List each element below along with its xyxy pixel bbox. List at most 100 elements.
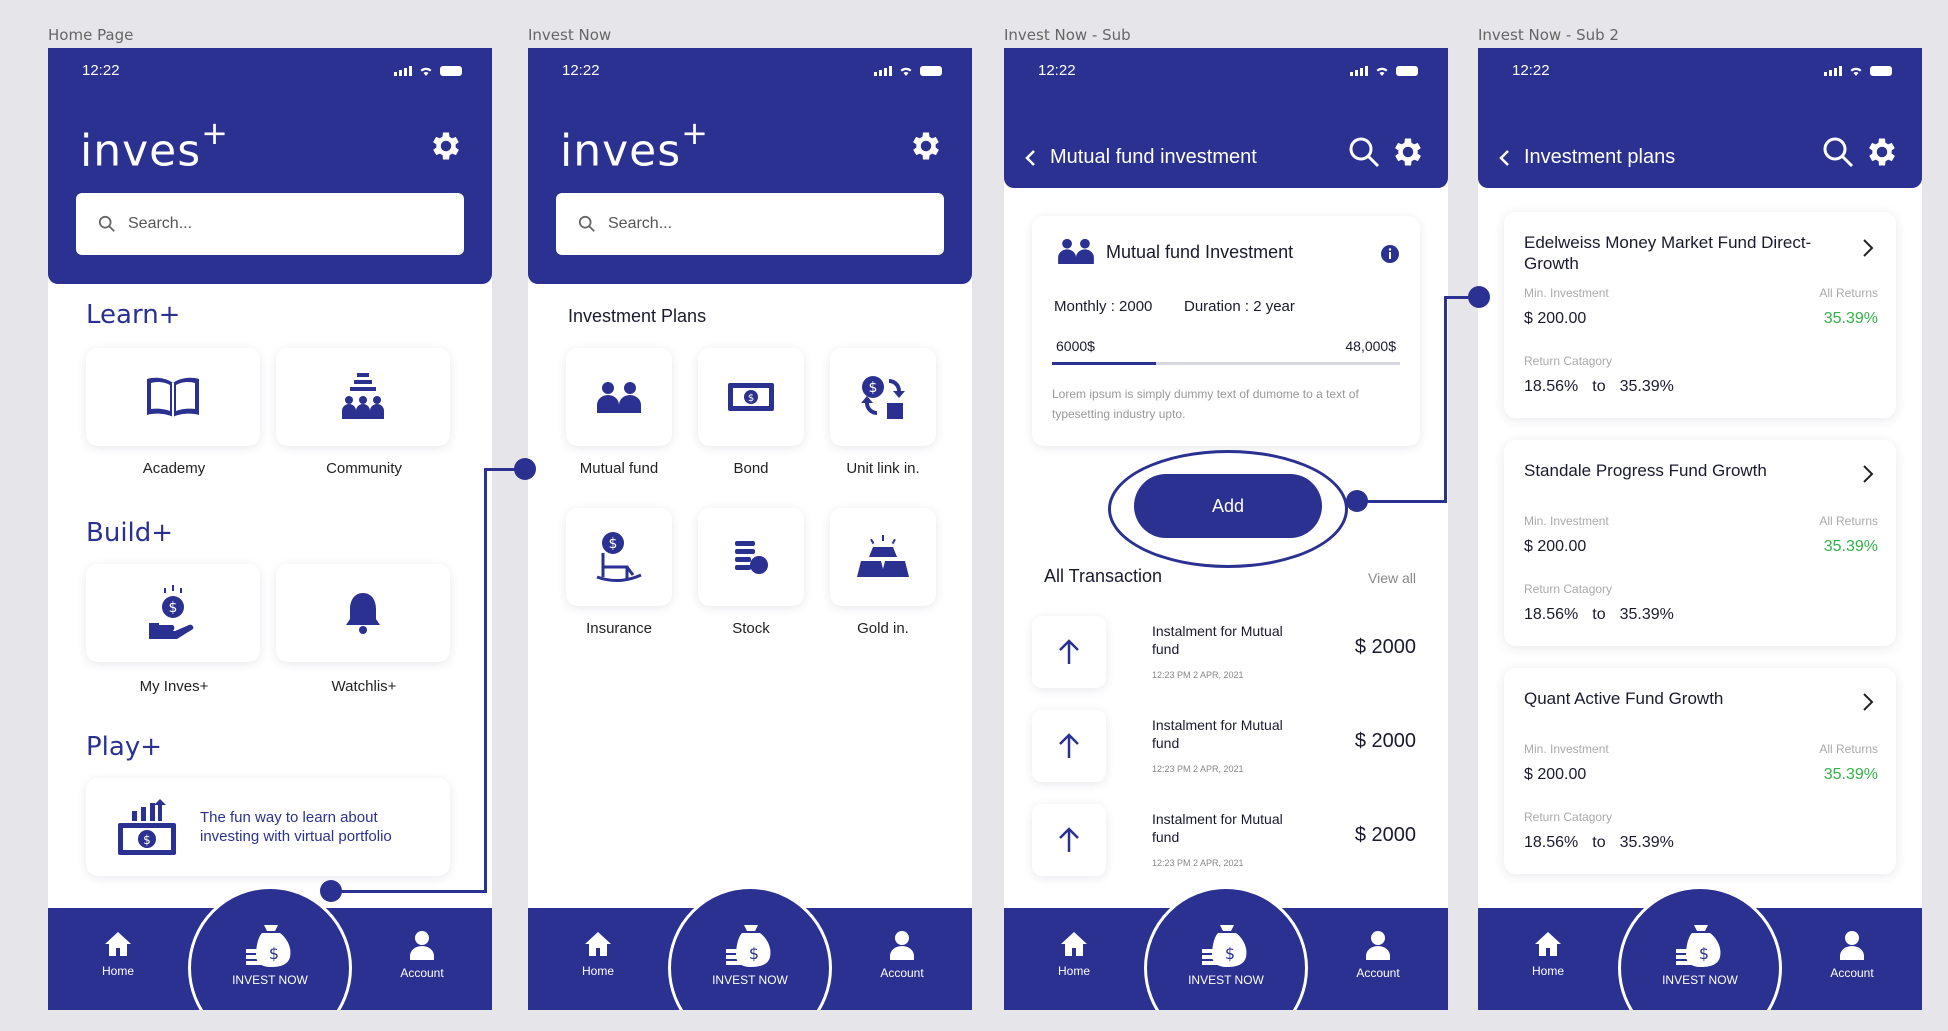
arrow-up-icon [1059, 827, 1079, 852]
range-to: to [1592, 834, 1606, 851]
plan-unit-link-label: Unit link in. [846, 460, 920, 477]
flow-dot [320, 880, 342, 902]
svg-text:$: $ [748, 393, 754, 404]
plan-card[interactable]: Edelweiss Money Market Fund Direct-Growt… [1504, 212, 1896, 418]
frame-label-home: Home Page [48, 26, 134, 44]
search-icon [98, 215, 115, 232]
plan-name: Quant Active Fund Growth [1524, 689, 1724, 708]
nav-home[interactable]: Home [1498, 930, 1598, 978]
plan-bond[interactable]: $ [698, 348, 804, 446]
flow-dot [514, 458, 536, 480]
play-title: Play+ [86, 732, 163, 762]
back-icon[interactable] [1024, 149, 1036, 167]
plan-stock[interactable] [698, 508, 804, 606]
wifi-icon [1376, 67, 1388, 76]
gear-icon[interactable] [908, 128, 944, 164]
academy-card[interactable] [86, 348, 260, 446]
return-low: 18.56% [1524, 834, 1579, 851]
min-investment-value: $ 200.00 [1524, 538, 1587, 555]
bond-icon: $ [728, 383, 774, 411]
summary-description: Lorem ipsum is simply dummy text of dumo… [1052, 387, 1359, 421]
academy-label: Academy [142, 460, 206, 477]
svg-text:$: $ [1699, 944, 1709, 963]
transaction-time: 12:23 PM 2 APR, 2021 [1152, 670, 1244, 680]
search-placeholder: Search... [128, 215, 193, 232]
wifi-icon [420, 67, 432, 76]
transaction-row[interactable]: Instalment for Mutual fund 12:23 PM 2 AP… [1032, 710, 1416, 790]
header: 12:22 inves+ Search... [48, 48, 492, 284]
nav-invest-now[interactable]: $ INVEST NOW [188, 886, 352, 1010]
plan-card[interactable]: Quant Active Fund Growth Min. Investment… [1504, 668, 1896, 874]
plan-insurance[interactable]: $ [566, 508, 672, 606]
transaction-row[interactable]: Instalment for Mutual fund 12:23 PM 2 AP… [1032, 616, 1416, 696]
money-bag-icon: $ [1202, 925, 1247, 967]
chevron-right-icon[interactable] [1862, 464, 1874, 484]
plan-card[interactable]: Standale Progress Fund Growth Min. Inves… [1504, 440, 1896, 646]
view-all-link[interactable]: View all [1368, 570, 1416, 586]
nav-home[interactable]: Home [1024, 930, 1124, 978]
chevron-right-icon[interactable] [1862, 238, 1874, 258]
gear-icon[interactable] [428, 128, 464, 164]
play-card[interactable]: $ The fun way to learn about investing w… [86, 778, 450, 876]
nav-home-label: Home [581, 964, 614, 978]
plan-gold[interactable] [830, 508, 936, 606]
my-inves-card[interactable]: $ [86, 564, 260, 662]
search-icon[interactable] [1348, 136, 1380, 168]
plan-unit-link[interactable]: $ [830, 348, 936, 446]
return-category-label: Return Catagory [1524, 810, 1613, 824]
nav-invest-now[interactable]: $ INVEST NOW [668, 886, 832, 1010]
nav-home-label: Home [101, 964, 134, 978]
svg-text:$: $ [869, 380, 878, 396]
info-icon[interactable] [1380, 244, 1400, 264]
return-high: 35.39% [1619, 606, 1674, 623]
transaction-amount: $ 2000 [1354, 636, 1416, 658]
search-input[interactable]: Search... [556, 193, 944, 255]
nav-invest-now[interactable]: $ INVEST NOW [1144, 886, 1308, 1010]
status-bar: 12:22 [562, 62, 942, 82]
min-investment-value: $ 200.00 [1524, 766, 1587, 783]
nav-account-label: Account [400, 966, 444, 980]
gear-icon[interactable] [1390, 134, 1426, 170]
all-returns-value: 35.39% [1823, 310, 1878, 327]
nav-home[interactable]: Home [548, 930, 648, 978]
battery-icon [440, 66, 462, 76]
flow-connector [1356, 500, 1446, 503]
watchlist-card[interactable] [276, 564, 450, 662]
transaction-title: Instalment for Mutual fund [1152, 717, 1283, 751]
transaction-row[interactable]: Instalment for Mutual fund 12:23 PM 2 AP… [1032, 804, 1416, 884]
return-category-label: Return Catagory [1524, 582, 1613, 596]
all-transaction-title: All Transaction [1044, 566, 1163, 586]
nav-account[interactable]: Account [852, 930, 952, 980]
nav-account[interactable]: Account [1328, 930, 1428, 980]
return-category-range: 18.56% to 35.39% [1524, 378, 1674, 396]
back-icon[interactable] [1498, 149, 1510, 167]
status-time: 12:22 [82, 62, 120, 79]
chevron-right-icon[interactable] [1862, 692, 1874, 712]
investment-plans-title: Investment Plans [568, 306, 707, 326]
status-time: 12:22 [1038, 62, 1076, 79]
home-icon [1535, 932, 1561, 956]
bottom-nav: Home $ INVEST NOW Account [48, 886, 492, 1010]
search-input[interactable]: Search... [76, 193, 464, 255]
header: 12:22 inves+ Search... [528, 48, 972, 284]
bottom-nav: Home $ INVEST NOW Account [528, 886, 972, 1010]
money-bag-icon: $ [726, 925, 771, 967]
nav-home[interactable]: Home [68, 930, 168, 978]
plan-name: Standale Progress Fund Growth [1524, 461, 1767, 480]
community-card[interactable] [276, 348, 450, 446]
flow-dot [1468, 286, 1490, 308]
min-investment-label: Min. Investment [1524, 514, 1609, 528]
community-label: Community [326, 460, 402, 477]
search-icon[interactable] [1822, 136, 1854, 168]
nav-account[interactable]: Account [1802, 930, 1902, 980]
nav-account[interactable]: Account [372, 930, 472, 980]
nav-invest-now[interactable]: $ INVEST NOW [1618, 886, 1782, 1010]
svg-text:$: $ [169, 600, 178, 616]
page-title-text: Mutual fund investment [1050, 146, 1257, 168]
gear-icon[interactable] [1864, 134, 1900, 170]
plan-mutual-fund[interactable] [566, 348, 672, 446]
invest-screen: 12:22 inves+ Search... Investment Plans … [528, 48, 972, 1010]
add-button[interactable]: Add [1134, 474, 1322, 538]
flow-connector [330, 890, 486, 893]
account-icon [1840, 931, 1864, 960]
